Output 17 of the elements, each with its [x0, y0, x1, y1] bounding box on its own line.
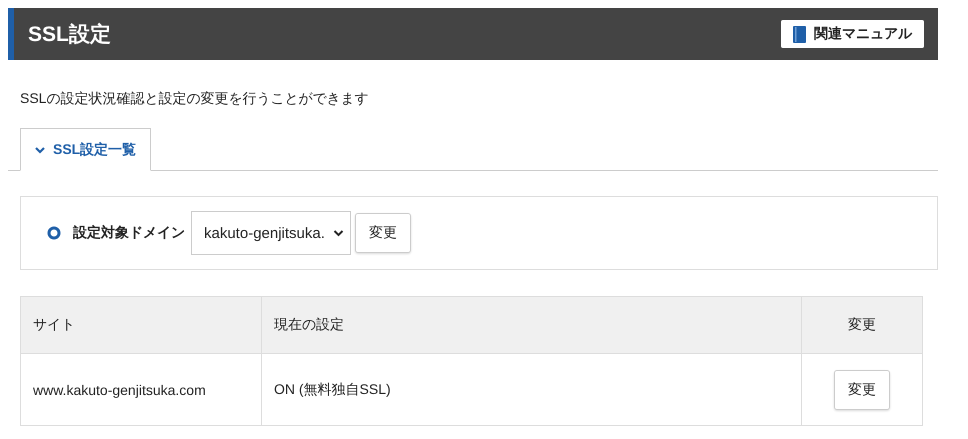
change-button[interactable]: 変更	[354, 213, 411, 253]
page-title: SSL設定	[28, 22, 111, 48]
ring-icon	[47, 226, 61, 240]
description-text: SSLの設定状況確認と設定の変更を行うことができます	[20, 90, 370, 108]
domain-select[interactable]: kakuto-genjitsuka.	[191, 211, 351, 255]
change-button[interactable]: 変更	[834, 370, 890, 410]
column-header: 現在の設定	[262, 296, 802, 354]
domain-label: 設定対象ドメイン	[73, 224, 185, 242]
book-icon	[793, 26, 806, 42]
table-cell: ON (無料独自SSL)	[262, 354, 802, 426]
tab[interactable]: SSL設定一覧	[20, 128, 152, 171]
table-cell: www.kakuto-genjitsuka.com	[20, 354, 262, 426]
column-header: サイト	[20, 296, 262, 354]
manual-button[interactable]: 関連マニュアル	[781, 20, 924, 48]
chevron-down-icon	[35, 146, 45, 154]
column-header: 変更	[802, 296, 922, 354]
caret-icon	[332, 229, 344, 237]
